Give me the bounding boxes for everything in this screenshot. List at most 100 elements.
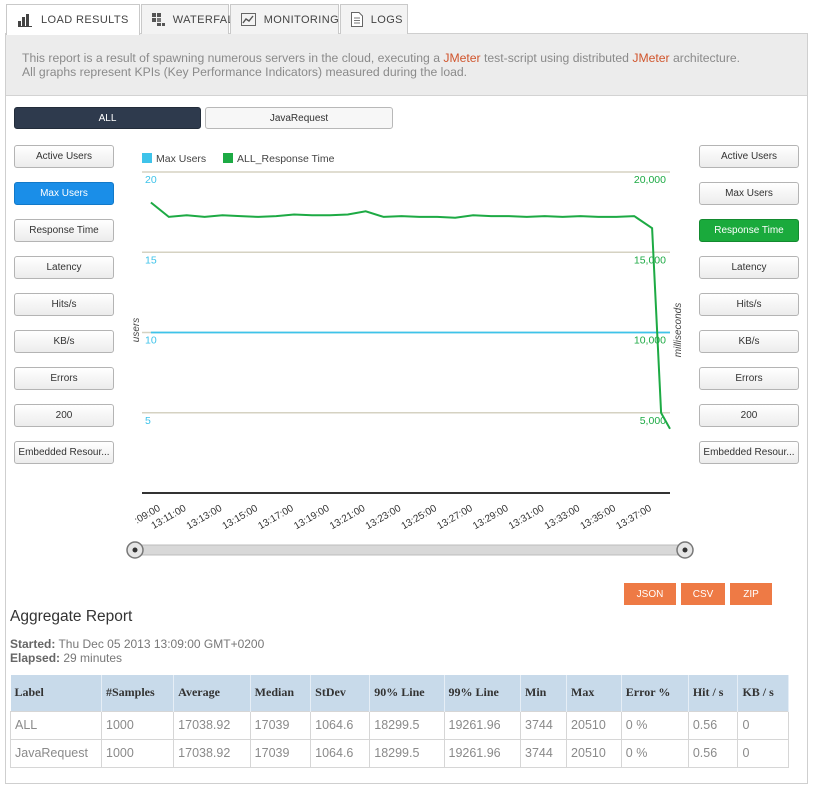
column-header[interactable]: 90% Line bbox=[369, 675, 445, 711]
left-hits-s-button[interactable]: Hits/s bbox=[14, 293, 114, 316]
x-tick-label: 13:31:00 bbox=[507, 503, 547, 532]
jmeter-link[interactable]: JMeter bbox=[443, 51, 480, 65]
x-tick-label: 13:15:00 bbox=[221, 503, 261, 532]
table-cell: ALL bbox=[10, 710, 102, 740]
time-range-slider-track[interactable] bbox=[134, 544, 686, 556]
right-max-users-button[interactable]: Max Users bbox=[699, 182, 799, 205]
elapsed-value: 29 minutes bbox=[63, 651, 123, 665]
left-active-users-button[interactable]: Active Users bbox=[14, 145, 114, 168]
legend-max-users[interactable]: Max Users bbox=[156, 153, 206, 165]
started-value: Thu Dec 05 2013 13:09:00 GMT+0200 bbox=[58, 637, 265, 651]
legend-response-time[interactable]: ALL_Response Time bbox=[237, 153, 335, 165]
column-header[interactable]: 99% Line bbox=[444, 675, 521, 711]
tab-label: LOGS bbox=[370, 13, 403, 26]
column-header[interactable]: Error % bbox=[621, 675, 689, 711]
column-header[interactable]: KB / s bbox=[737, 675, 789, 711]
x-tick-label: 13:37:00 bbox=[614, 503, 654, 532]
left-max-users-button[interactable]: Max Users bbox=[14, 182, 114, 205]
aggregate-table: Label #Samples Average Median StDev 90% Line 9… bbox=[10, 675, 789, 768]
slider-handle-left[interactable] bbox=[126, 541, 144, 559]
left-errors-button[interactable]: Errors bbox=[14, 367, 114, 390]
table-cell: 20510 bbox=[566, 710, 622, 740]
tab-label: MONITORING bbox=[263, 13, 340, 26]
table-row: JavaRequest 1000 17038.92 17039 1064.6 18299.… bbox=[10, 738, 789, 768]
right-200-button[interactable]: 200 bbox=[699, 404, 799, 427]
column-header[interactable]: Max bbox=[566, 675, 622, 711]
banner-text: architecture. bbox=[669, 51, 741, 65]
x-tick-label: 13:19:00 bbox=[292, 503, 332, 532]
left-tick-label: 5 bbox=[145, 415, 151, 427]
right-hits-s-button[interactable]: Hits/s bbox=[699, 293, 799, 316]
right-latency-button[interactable]: Latency bbox=[699, 256, 799, 279]
table-cell: 0 % bbox=[620, 710, 689, 740]
right-kb-s-button[interactable]: KB/s bbox=[699, 330, 799, 353]
column-header[interactable]: Median bbox=[250, 675, 312, 711]
table-cell: 18299.5 bbox=[369, 738, 445, 768]
right-tick-label: 20,000 bbox=[634, 174, 666, 186]
left-kb-s-button[interactable]: KB/s bbox=[14, 330, 114, 353]
x-tick-label: 13:23:00 bbox=[364, 503, 404, 532]
left-tick-label: 10 bbox=[145, 335, 157, 347]
x-tick-label: 13:25:00 bbox=[400, 503, 440, 532]
started-label: Started: bbox=[10, 637, 56, 651]
column-header[interactable]: StDev bbox=[310, 675, 371, 711]
banner-line-2: All graphs represent KPIs (Key Performan… bbox=[22, 65, 468, 79]
segment-all-button[interactable]: ALL bbox=[14, 107, 201, 129]
load-chart: Max Users ALL_Response Time 20 15 10 5 20,00… bbox=[126, 153, 694, 559]
table-cell: 1064.6 bbox=[310, 738, 371, 768]
table-cell: 1064.6 bbox=[310, 710, 371, 740]
x-tick-label: 13:35:00 bbox=[579, 503, 619, 532]
right-errors-button[interactable]: Errors bbox=[699, 367, 799, 390]
table-cell: 3744 bbox=[519, 710, 568, 740]
x-tick-label: 13:27:00 bbox=[435, 503, 475, 532]
right-active-users-button[interactable]: Active Users bbox=[699, 145, 799, 168]
left-embedded-resour-button[interactable]: Embedded Resour... bbox=[14, 441, 114, 464]
x-tick-label: 13:29:00 bbox=[471, 503, 511, 532]
tab-logs[interactable]: LOGS bbox=[339, 4, 408, 34]
started-line: Started: Thu Dec 05 2013 13:09:00 GMT+02… bbox=[10, 637, 264, 651]
x-tick-label: 13:33:00 bbox=[543, 503, 583, 532]
right-tick-label: 10,000 bbox=[634, 335, 666, 347]
table-cell: 20510 bbox=[566, 738, 622, 768]
segment-javarequest-button[interactable]: JavaRequest bbox=[205, 107, 393, 129]
table-cell: 18299.5 bbox=[369, 710, 445, 740]
tab-label: LOAD RESULTS bbox=[41, 14, 129, 26]
right-response-time-button[interactable]: Response Time bbox=[699, 219, 799, 242]
tab-bar: LOAD RESULTS WATERFALL MONITORING LOGS bbox=[6, 4, 409, 35]
column-header[interactable]: Hit / s bbox=[688, 675, 739, 711]
left-response-time-button[interactable]: Response Time bbox=[14, 219, 114, 242]
export-json-button[interactable]: JSON bbox=[624, 583, 676, 605]
table-cell: 0 % bbox=[620, 738, 689, 768]
left-latency-button[interactable]: Latency bbox=[14, 256, 114, 279]
column-header[interactable]: Label bbox=[10, 675, 102, 711]
column-header[interactable]: Min bbox=[520, 675, 568, 711]
series-response-time-line[interactable] bbox=[150, 201, 671, 430]
tab-waterfall[interactable]: WATERFALL bbox=[140, 4, 240, 34]
slider-handle-right[interactable] bbox=[676, 541, 694, 559]
right-embedded-resour-button[interactable]: Embedded Resour... bbox=[699, 441, 799, 464]
column-header[interactable]: #Samples bbox=[101, 675, 175, 711]
legend-swatch-max-users bbox=[142, 153, 152, 163]
elapsed-line: Elapsed: 29 minutes bbox=[10, 651, 122, 665]
column-header[interactable]: Average bbox=[173, 675, 251, 711]
table-row: ALL 1000 17038.92 17039 1064.6 18299.5 19261.9… bbox=[10, 710, 789, 740]
x-tick-label: 13:21:00 bbox=[328, 503, 368, 532]
table-cell: 17038.92 bbox=[173, 738, 251, 768]
x-tick-label: 13:13:00 bbox=[185, 503, 225, 532]
tab-monitoring[interactable]: MONITORING bbox=[229, 4, 340, 34]
export-csv-button[interactable]: CSV bbox=[681, 583, 725, 605]
tab-load-results[interactable]: LOAD RESULTS bbox=[6, 4, 140, 35]
table-cell: 0.56 bbox=[687, 710, 739, 740]
table-cell: 19261.96 bbox=[443, 710, 521, 740]
jmeter-link[interactable]: JMeter bbox=[632, 51, 669, 65]
right-axis-label: milliseconds bbox=[673, 303, 684, 357]
right-tick-label: 15,000 bbox=[634, 254, 666, 266]
table-cell: 1000 bbox=[100, 710, 175, 740]
table-cell: 1000 bbox=[100, 738, 175, 768]
waterfall-grid-icon bbox=[151, 12, 165, 28]
banner-text: This report is a result of spawning nume… bbox=[22, 51, 444, 65]
table-cell: 0.56 bbox=[687, 738, 739, 768]
info-banner: This report is a result of spawning nume… bbox=[6, 34, 807, 96]
export-zip-button[interactable]: ZIP bbox=[730, 583, 772, 605]
left-200-button[interactable]: 200 bbox=[14, 404, 114, 427]
